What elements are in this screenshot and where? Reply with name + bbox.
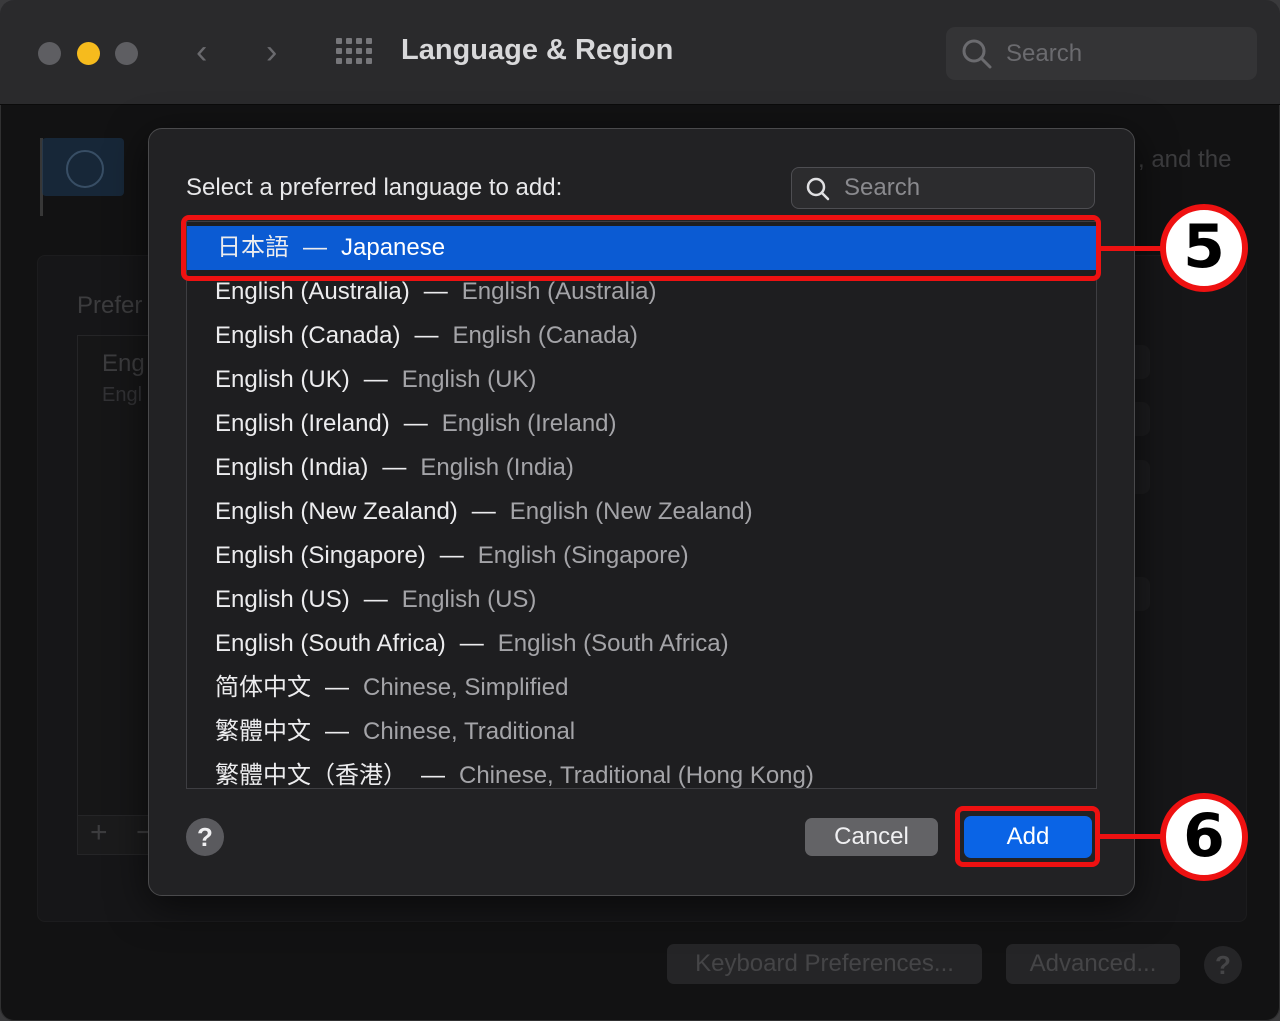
language-row[interactable]: English (New Zealand) — English (New Zeala… xyxy=(187,490,1096,534)
language-english-name: English (Canada) xyxy=(452,322,638,349)
em-dash-separator: — xyxy=(471,498,496,525)
language-native-name: English (New Zealand) xyxy=(215,498,458,525)
language-english-name: Chinese, Simplified xyxy=(363,674,569,701)
em-dash-separator: — xyxy=(421,762,445,789)
language-native-name: English (Australia) xyxy=(215,278,410,305)
connector-line-6 xyxy=(1100,834,1161,839)
language-search-input[interactable] xyxy=(842,172,1086,204)
em-dash-separator: — xyxy=(414,322,439,349)
chevron-right-icon[interactable]: › xyxy=(266,32,277,72)
language-native-name: English (UK) xyxy=(215,366,350,393)
em-dash-separator: — xyxy=(459,630,484,657)
language-native-name: 繁體中文（香港） xyxy=(215,762,407,789)
em-dash-separator: — xyxy=(325,674,349,701)
language-english-name: English (Ireland) xyxy=(441,410,617,437)
dialog-prompt: Select a preferred language to add: xyxy=(186,174,563,201)
em-dash-separator: — xyxy=(439,542,464,569)
zoom-window-button[interactable] xyxy=(115,42,138,65)
step-6-badge: 6 xyxy=(1160,793,1248,881)
language-english-name: English (US) xyxy=(401,586,537,613)
language-english-name: English (Australia) xyxy=(461,278,657,305)
language-english-name: English (South Africa) xyxy=(497,630,729,657)
help-button[interactable]: ? xyxy=(186,818,224,856)
language-native-name: English (US) xyxy=(215,586,350,613)
language-native-name: English (Ireland) xyxy=(215,410,390,437)
language-native-name: English (Canada) xyxy=(215,322,401,349)
window-search-field[interactable]: Search xyxy=(946,27,1257,80)
language-row[interactable]: 简体中文 — Chinese, Simplified xyxy=(187,666,1096,710)
language-native-name: English (South Africa) xyxy=(215,630,446,657)
highlight-japanese-row xyxy=(181,215,1101,281)
em-dash-separator: — xyxy=(403,410,428,437)
minimize-window-button[interactable] xyxy=(77,42,100,65)
language-english-name: English (Singapore) xyxy=(477,542,689,569)
language-native-name: 繁體中文 xyxy=(215,718,311,745)
connector-line-5 xyxy=(1101,246,1161,251)
step-5-badge: 5 xyxy=(1160,204,1248,292)
search-icon xyxy=(806,177,830,201)
language-native-name: 简体中文 xyxy=(215,674,311,701)
em-dash-separator: — xyxy=(363,366,388,393)
language-native-name: English (Singapore) xyxy=(215,542,426,569)
language-english-name: English (India) xyxy=(420,454,574,481)
language-list[interactable]: 日本語 — Japanese English (Australia) — English … xyxy=(186,221,1097,789)
highlight-add-button xyxy=(955,806,1100,867)
language-search-field[interactable] xyxy=(791,167,1095,209)
language-english-name: English (UK) xyxy=(401,366,537,393)
language-english-name: Chinese, Traditional xyxy=(363,718,576,745)
language-row[interactable]: 繁體中文 — Chinese, Traditional xyxy=(187,710,1096,754)
chevron-left-icon[interactable]: ‹ xyxy=(196,32,207,72)
system-preferences-window: ‹ › Language & Region Search , and the P… xyxy=(0,0,1280,1021)
language-english-name: English (New Zealand) xyxy=(509,498,753,525)
em-dash-separator: — xyxy=(363,586,388,613)
language-native-name: English (India) xyxy=(215,454,369,481)
language-row[interactable]: English (UK) — English (UK) xyxy=(187,358,1096,402)
language-row[interactable]: English (Canada) — English (Canada) xyxy=(187,314,1096,358)
window-title: Language & Region xyxy=(401,34,674,66)
em-dash-separator: — xyxy=(382,454,407,481)
language-row[interactable]: English (India) — English (India) xyxy=(187,446,1096,490)
language-row[interactable]: English (South Africa) — English (South Af… xyxy=(187,622,1096,666)
cancel-button[interactable]: Cancel xyxy=(805,818,938,856)
em-dash-separator: — xyxy=(325,718,349,745)
window-search-placeholder: Search xyxy=(1006,40,1083,67)
language-row[interactable]: 繁體中文（香港） — Chinese, Traditional (Hong Kong… xyxy=(187,754,1096,789)
title-bar: ‹ › Language & Region Search xyxy=(0,0,1280,105)
language-row[interactable]: English (Singapore) — English (Singapore) xyxy=(187,534,1096,578)
close-window-button[interactable] xyxy=(38,42,61,65)
language-english-name: Chinese, Traditional (Hong Kong) xyxy=(459,762,814,789)
em-dash-separator: — xyxy=(423,278,448,305)
show-all-grid-icon[interactable] xyxy=(336,38,374,68)
language-row[interactable]: English (US) — English (US) xyxy=(187,578,1096,622)
language-row[interactable]: English (Ireland) — English (Ireland) xyxy=(187,402,1096,446)
search-icon xyxy=(962,39,992,69)
